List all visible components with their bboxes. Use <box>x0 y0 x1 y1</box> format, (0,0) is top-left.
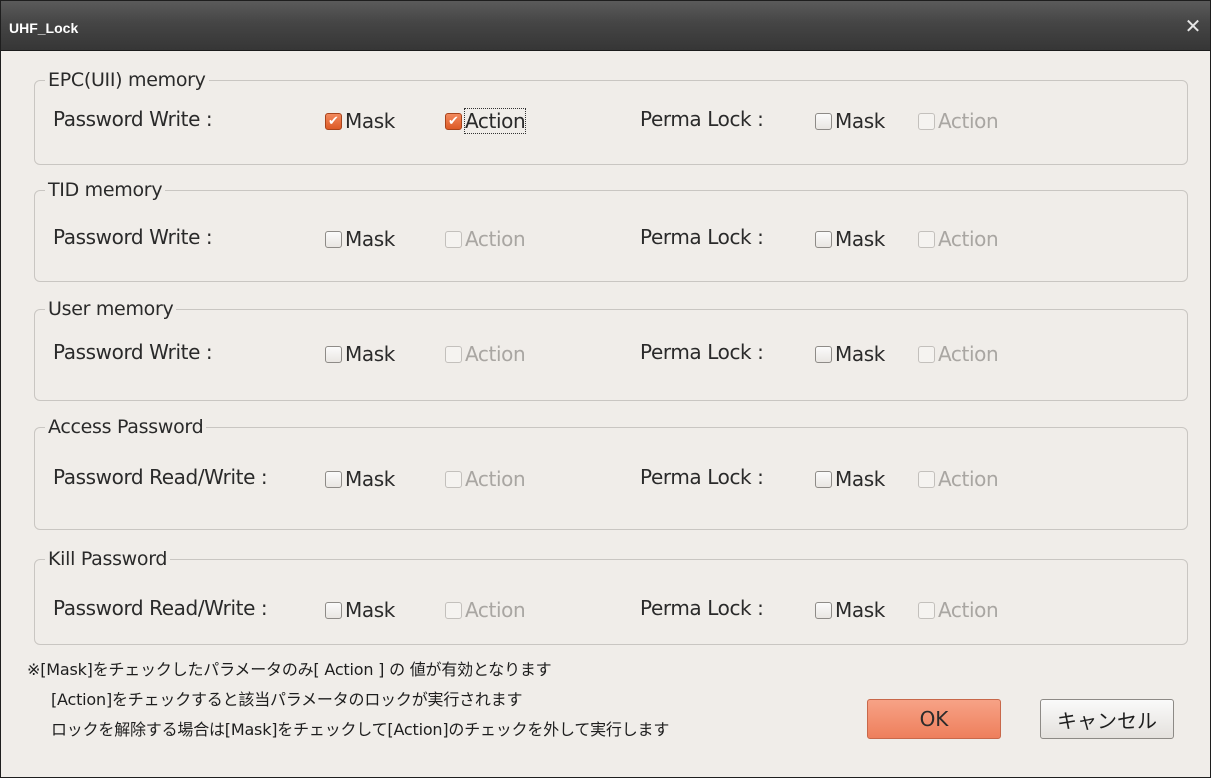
ok-button[interactable]: OK <box>867 699 1001 739</box>
checkmark-icon: ✔ <box>445 112 462 130</box>
user-mask-checkbox[interactable]: Mask <box>325 342 395 366</box>
checkbox-label: Mask <box>345 342 395 366</box>
epc-action-checkbox[interactable]: ✔ Action <box>445 108 527 134</box>
tid-perma-mask-checkbox[interactable]: Mask <box>815 227 885 251</box>
password-write-label: Password Write : <box>53 225 213 249</box>
checkbox-box <box>815 112 832 130</box>
checkbox-box <box>325 345 342 363</box>
group-access-password: Access Password Password Read/Write : Ma… <box>34 415 1188 530</box>
tid-perma-action-checkbox[interactable]: Action <box>918 227 999 251</box>
checkbox-box <box>325 230 342 248</box>
checkbox-label: Action <box>938 467 999 491</box>
kill-mask-checkbox[interactable]: Mask <box>325 598 395 622</box>
cancel-button[interactable]: キャンセル <box>1040 699 1174 739</box>
checkbox-label: Action <box>465 467 526 491</box>
group-kill-password: Kill Password Password Read/Write : Mask… <box>34 547 1188 645</box>
access-action-checkbox[interactable]: Action <box>445 467 526 491</box>
checkbox-box <box>445 230 462 248</box>
checkbox-label: Mask <box>835 109 885 133</box>
checkbox-label: Mask <box>345 598 395 622</box>
checkbox-box <box>918 601 935 619</box>
checkbox-box <box>325 470 342 488</box>
checkbox-label: Action <box>938 598 999 622</box>
close-icon[interactable]: ✕ <box>1182 15 1204 37</box>
perma-lock-label: Perma Lock : <box>640 225 764 249</box>
access-perma-mask-checkbox[interactable]: Mask <box>815 467 885 491</box>
epc-perma-action-checkbox[interactable]: Action <box>918 109 999 133</box>
note-line-1: ※[Mask]をチェックしたパラメータのみ[ Action ] の 値が有効とな… <box>27 660 552 679</box>
group-epc-memory: EPC(UII) memory Password Write : ✔ Mask … <box>34 68 1188 165</box>
uhf-lock-dialog: UHF_Lock ✕ EPC(UII) memory Password Writ… <box>0 0 1211 778</box>
title-bar[interactable]: UHF_Lock ✕ <box>1 1 1210 51</box>
checkbox-label: Action <box>465 342 526 366</box>
note-line-2: [Action]をチェックすると該当パラメータのロックが実行されます <box>51 690 523 709</box>
access-perma-action-checkbox[interactable]: Action <box>918 467 999 491</box>
checkbox-box <box>918 470 935 488</box>
checkbox-box <box>445 470 462 488</box>
group-legend: EPC(UII) memory <box>45 68 209 92</box>
kill-action-checkbox[interactable]: Action <box>445 598 526 622</box>
checkbox-label: Action <box>463 108 527 134</box>
checkmark-icon: ✔ <box>325 112 342 130</box>
window-title: UHF_Lock <box>9 20 79 36</box>
password-write-label: Password Write : <box>53 107 213 131</box>
tid-mask-checkbox[interactable]: Mask <box>325 227 395 251</box>
checkbox-box <box>918 345 935 363</box>
checkbox-label: Action <box>938 342 999 366</box>
checkbox-box <box>445 601 462 619</box>
epc-mask-checkbox[interactable]: ✔ Mask <box>325 109 395 133</box>
password-read-write-label: Password Read/Write : <box>53 596 268 620</box>
group-user-memory: User memory Password Write : Mask Action… <box>34 297 1188 401</box>
user-perma-action-checkbox[interactable]: Action <box>918 342 999 366</box>
dialog-body: EPC(UII) memory Password Write : ✔ Mask … <box>11 52 1202 770</box>
perma-lock-label: Perma Lock : <box>640 465 764 489</box>
checkbox-label: Mask <box>345 227 395 251</box>
group-legend: TID memory <box>45 178 166 202</box>
perma-lock-label: Perma Lock : <box>640 340 764 364</box>
checkbox-label: Mask <box>835 227 885 251</box>
password-read-write-label: Password Read/Write : <box>53 465 268 489</box>
group-legend: Access Password <box>45 415 207 439</box>
user-perma-mask-checkbox[interactable]: Mask <box>815 342 885 366</box>
checkbox-label: Mask <box>835 598 885 622</box>
checkbox-label: Action <box>465 227 526 251</box>
checkbox-box <box>815 470 832 488</box>
perma-lock-label: Perma Lock : <box>640 596 764 620</box>
epc-perma-mask-checkbox[interactable]: Mask <box>815 109 885 133</box>
group-legend: Kill Password <box>45 547 171 571</box>
checkbox-box <box>815 601 832 619</box>
checkbox-box <box>325 601 342 619</box>
checkbox-box <box>445 345 462 363</box>
checkbox-box <box>815 345 832 363</box>
group-legend: User memory <box>45 297 177 321</box>
checkbox-label: Mask <box>835 342 885 366</box>
checkbox-label: Action <box>465 598 526 622</box>
checkbox-label: Mask <box>345 467 395 491</box>
user-action-checkbox[interactable]: Action <box>445 342 526 366</box>
tid-action-checkbox[interactable]: Action <box>445 227 526 251</box>
checkbox-box <box>918 112 935 130</box>
checkbox-box <box>918 230 935 248</box>
checkbox-box <box>815 230 832 248</box>
kill-perma-action-checkbox[interactable]: Action <box>918 598 999 622</box>
checkbox-label: Mask <box>835 467 885 491</box>
checkbox-label: Action <box>938 109 999 133</box>
perma-lock-label: Perma Lock : <box>640 107 764 131</box>
password-write-label: Password Write : <box>53 340 213 364</box>
note-line-3: ロックを解除する場合は[Mask]をチェックして[Action]のチェックを外し… <box>51 720 670 739</box>
kill-perma-mask-checkbox[interactable]: Mask <box>815 598 885 622</box>
group-tid-memory: TID memory Password Write : Mask Action … <box>34 178 1188 282</box>
checkbox-label: Mask <box>345 109 395 133</box>
access-mask-checkbox[interactable]: Mask <box>325 467 395 491</box>
checkbox-label: Action <box>938 227 999 251</box>
